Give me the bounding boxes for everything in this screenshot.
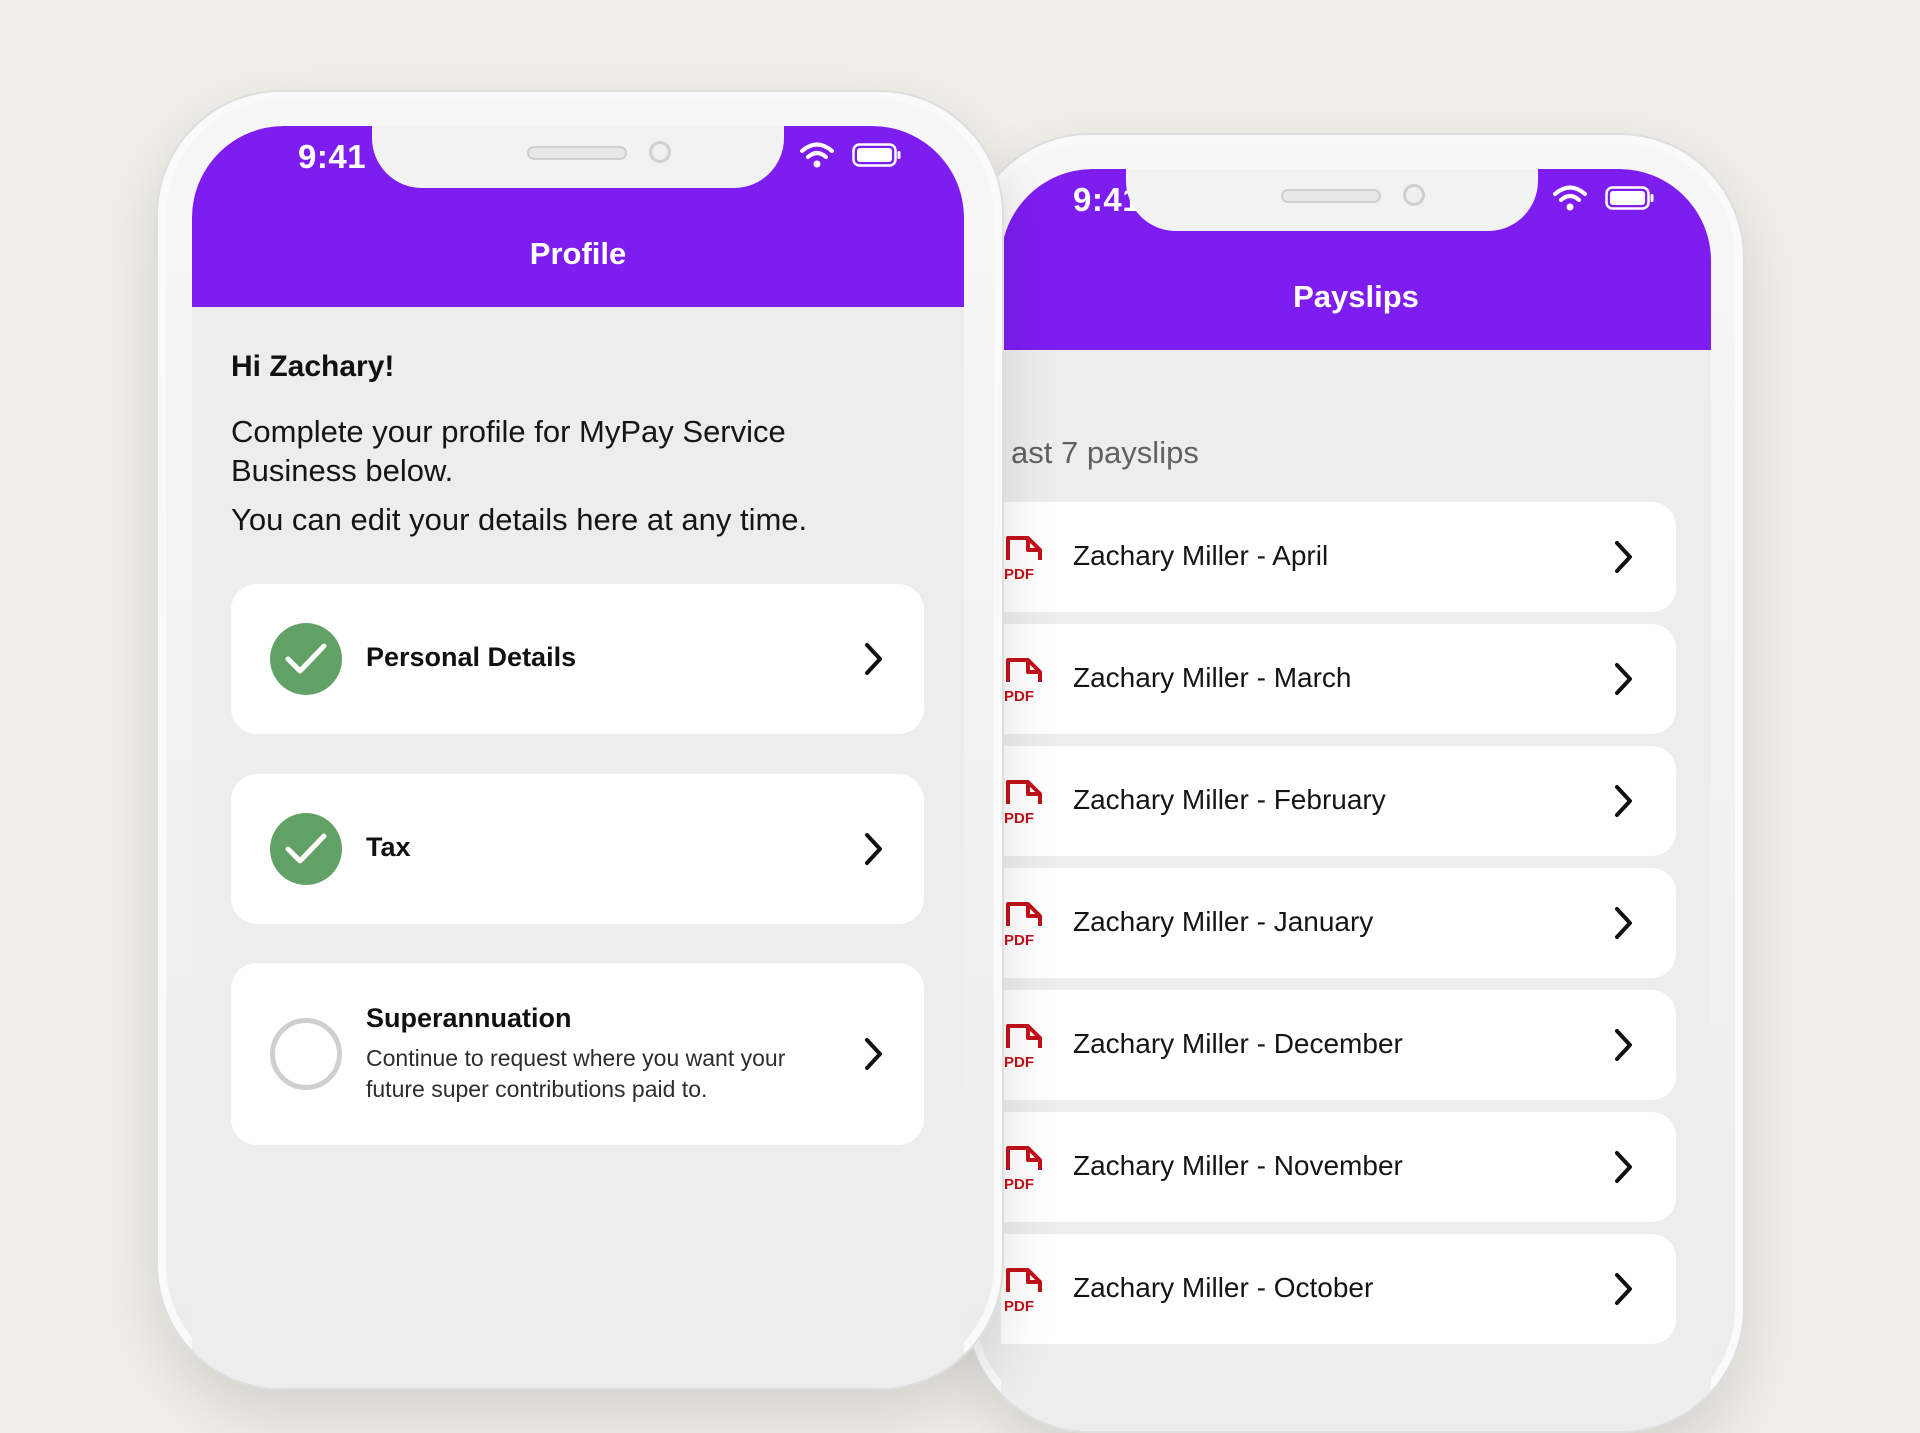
- payslip-label: Zachary Miller - December: [1073, 1028, 1403, 1059]
- profile-phone: 9:41 Profile Hi Zachary! Complete your p…: [156, 90, 1004, 1390]
- chevron-right-icon: [1615, 1029, 1632, 1061]
- page-title: Profile: [529, 236, 627, 271]
- superannuation-card[interactable]: Superannuation Continue to request where…: [231, 963, 924, 1145]
- battery-icon: [1605, 186, 1654, 210]
- pdf-file-icon: PDF: [1004, 658, 1042, 705]
- chevron-right-icon: [1615, 541, 1632, 573]
- chevron-right-icon: [1615, 785, 1632, 817]
- edit-note: You can edit your details here at any ti…: [231, 502, 808, 537]
- payslip-row[interactable]: PDF Zachary Miller - October: [1001, 1234, 1676, 1344]
- pdf-file-icon: PDF: [1004, 780, 1042, 827]
- personal-details-card[interactable]: Personal Details: [231, 584, 924, 734]
- card-label: Tax: [366, 832, 411, 862]
- status-icons: [800, 142, 902, 168]
- pdf-label: PDF: [1004, 932, 1034, 949]
- camera-icon: [649, 141, 671, 163]
- payslip-row[interactable]: PDF Zachary Miller - March: [1001, 624, 1676, 734]
- phone-notch: [372, 126, 784, 188]
- status-icons: [1553, 185, 1655, 211]
- payslip-label: Zachary Miller - October: [1073, 1272, 1374, 1303]
- pdf-file-icon: PDF: [1004, 1024, 1042, 1071]
- payslips-phone: 9:41 Payslips ast 7 payslips PDF Zachary…: [965, 133, 1745, 1433]
- check-circle-icon: [270, 623, 342, 695]
- payslip-label: Zachary Miller - April: [1073, 540, 1329, 571]
- payslip-row[interactable]: PDF Zachary Miller - December: [1001, 990, 1676, 1100]
- card-description: Continue to request where you want your …: [366, 1045, 786, 1102]
- page-title: Payslips: [1293, 279, 1419, 314]
- tax-card[interactable]: Tax: [231, 774, 924, 924]
- status-time: 9:41: [298, 138, 367, 175]
- chevron-right-icon: [865, 1038, 882, 1070]
- chevron-right-icon: [1615, 1151, 1632, 1183]
- intro-text: Complete your profile for MyPay Service …: [231, 414, 786, 488]
- pdf-file-icon: PDF: [1004, 1268, 1042, 1315]
- profile-header: 9:41 Profile: [192, 126, 964, 307]
- pdf-label: PDF: [1004, 1298, 1034, 1315]
- payslip-row[interactable]: PDF Zachary Miller - November: [1001, 1112, 1676, 1222]
- empty-circle-icon: [270, 1018, 342, 1090]
- pdf-label: PDF: [1004, 1176, 1034, 1193]
- payslip-label: Zachary Miller - February: [1073, 784, 1386, 815]
- speaker-grille: [1281, 189, 1381, 203]
- payslip-row[interactable]: PDF Zachary Miller - April: [1001, 502, 1676, 612]
- battery-icon: [852, 143, 901, 167]
- wifi-icon: [1553, 185, 1587, 211]
- chevron-right-icon: [1615, 1273, 1632, 1305]
- pdf-file-icon: PDF: [1004, 1146, 1042, 1193]
- check-circle-icon: [270, 813, 342, 885]
- wifi-icon: [800, 142, 834, 168]
- card-label: Superannuation: [366, 1003, 572, 1033]
- payslips-header: 9:41 Payslips: [1001, 169, 1711, 350]
- payslip-label: Zachary Miller - January: [1073, 906, 1374, 937]
- payslips-subtitle: ast 7 payslips: [1011, 435, 1199, 470]
- chevron-right-icon: [1615, 663, 1632, 695]
- greeting: Hi Zachary!: [231, 350, 395, 383]
- profile-screen: 9:41 Profile Hi Zachary! Complete your p…: [192, 126, 964, 1388]
- payslip-label: Zachary Miller - March: [1073, 662, 1352, 693]
- chevron-right-icon: [865, 643, 882, 675]
- card-label: Personal Details: [366, 642, 577, 672]
- pdf-label: PDF: [1004, 566, 1034, 583]
- pdf-file-icon: PDF: [1004, 902, 1042, 949]
- chevron-right-icon: [1615, 907, 1632, 939]
- payslip-label: Zachary Miller - November: [1073, 1150, 1403, 1181]
- pdf-label: PDF: [1004, 810, 1034, 827]
- chevron-right-icon: [865, 833, 882, 865]
- phone-notch: [1126, 169, 1538, 231]
- payslip-row[interactable]: PDF Zachary Miller - February: [1001, 746, 1676, 856]
- payslip-row[interactable]: PDF Zachary Miller - January: [1001, 868, 1676, 978]
- payslips-screen: 9:41 Payslips ast 7 payslips PDF Zachary…: [1001, 169, 1711, 1431]
- camera-icon: [1403, 184, 1425, 206]
- pdf-file-icon: PDF: [1004, 536, 1042, 583]
- pdf-label: PDF: [1004, 688, 1034, 705]
- speaker-grille: [527, 146, 627, 160]
- pdf-label: PDF: [1004, 1054, 1034, 1071]
